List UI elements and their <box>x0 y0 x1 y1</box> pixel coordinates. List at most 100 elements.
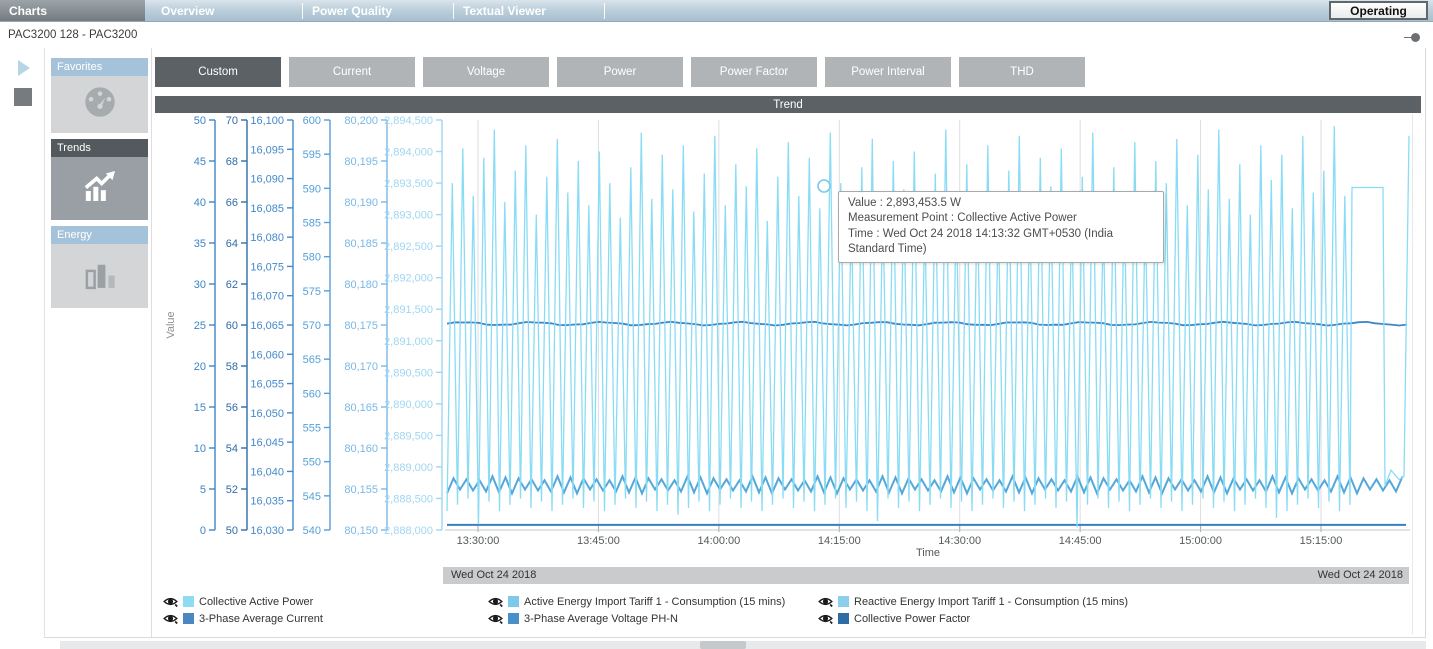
nav-separator <box>604 3 605 19</box>
visibility-eye-icon[interactable] <box>488 595 503 608</box>
left-toolbar-strip <box>0 48 45 638</box>
visibility-eye-icon[interactable] <box>163 612 178 625</box>
y-tick-label: 66 <box>226 197 238 209</box>
y-tick-label: 80,185 <box>344 238 378 250</box>
legend-swatch <box>508 613 519 624</box>
y-tick-label: 16,070 <box>250 291 284 303</box>
date-range-end: Wed Oct 24 2018 <box>1318 569 1403 581</box>
panel-title: Trend <box>155 96 1421 113</box>
y-tick-label: 62 <box>226 279 238 291</box>
legend-swatch <box>838 596 849 607</box>
legend-label: Active Energy Import Tariff 1 - Consumpt… <box>524 596 785 608</box>
trend-chart[interactable]: 13:30:0013:45:0014:00:0014:15:0014:30:00… <box>155 113 1421 560</box>
y-tick-label: 555 <box>303 423 321 435</box>
chart-tab-bar: Custom Current Voltage Power Power Facto… <box>155 57 1085 87</box>
nav-tab-charts[interactable]: Charts <box>0 0 145 21</box>
y-tick-label: 570 <box>303 320 321 332</box>
tab-thd[interactable]: THD <box>959 57 1085 87</box>
expand-arrow-icon[interactable] <box>18 60 30 76</box>
y-tick-label: 2,892,000 <box>384 273 433 285</box>
legend-label: Reactive Energy Import Tariff 1 - Consum… <box>854 596 1128 608</box>
legend-swatch <box>183 596 194 607</box>
y-tick-label: 540 <box>303 525 321 537</box>
y-tick-label: 80,150 <box>344 525 378 537</box>
nav-tab-textual-viewer[interactable]: Textual Viewer <box>454 0 604 21</box>
legend-item: Active Energy Import Tariff 1 - Consumpt… <box>488 595 785 608</box>
y-tick-label: 600 <box>303 115 321 127</box>
date-range-bar[interactable]: Wed Oct 24 2018 Wed Oct 24 2018 <box>443 567 1409 584</box>
y-tick-label: 16,075 <box>250 261 284 273</box>
y-tick-label: 16,030 <box>250 525 284 537</box>
x-tick-label: 14:30:00 <box>938 535 981 547</box>
visibility-eye-icon[interactable] <box>818 612 833 625</box>
y-tick-label: 50 <box>194 115 206 127</box>
gauge-icon <box>81 85 119 124</box>
y-tick-label: 545 <box>303 491 321 503</box>
nav-tab-overview[interactable]: Overview <box>152 0 302 21</box>
legend-item: Collective Power Factor <box>818 612 1128 625</box>
y-tick-label: 2,891,500 <box>384 304 433 316</box>
tab-voltage[interactable]: Voltage <box>423 57 549 87</box>
pin-icon[interactable] <box>1404 33 1420 42</box>
visibility-eye-icon[interactable] <box>163 595 178 608</box>
y-tick-label: 16,100 <box>250 115 284 127</box>
tab-custom[interactable]: Custom <box>155 57 281 87</box>
tab-current[interactable]: Current <box>289 57 415 87</box>
y-tick-label: 16,050 <box>250 408 284 420</box>
y-tick-label: 45 <box>194 156 206 168</box>
y-tick-label: 2,890,000 <box>384 399 433 411</box>
y-tick-label: 56 <box>226 402 238 414</box>
sidebar-item-label: Favorites <box>51 58 148 76</box>
x-tick-label: 15:15:00 <box>1300 535 1343 547</box>
y-tick-label: 16,065 <box>250 320 284 332</box>
sidebar-item-favorites[interactable]: Favorites <box>51 58 148 133</box>
x-tick-label: 14:45:00 <box>1059 535 1102 547</box>
series-collective-active-power <box>447 126 1409 527</box>
tab-power[interactable]: Power <box>557 57 683 87</box>
chart-tooltip: Value : 2,893,453.5 W Measurement Point … <box>838 191 1164 263</box>
sidebar-item-energy[interactable]: Energy <box>51 226 148 308</box>
y-tick-label: 580 <box>303 252 321 264</box>
visibility-eye-icon[interactable] <box>818 595 833 608</box>
legend-item: Reactive Energy Import Tariff 1 - Consum… <box>818 595 1128 608</box>
legend-swatch <box>183 613 194 624</box>
operating-button[interactable]: Operating <box>1329 1 1428 20</box>
y-tick-label: 2,890,500 <box>384 367 433 379</box>
y-tick-label: 16,090 <box>250 174 284 186</box>
y-tick-label: 16,040 <box>250 466 284 478</box>
y-tick-label: 2,893,500 <box>384 178 433 190</box>
y-tick-label: 2,894,000 <box>384 147 433 159</box>
y-axis-title: Value <box>165 311 177 338</box>
y-tick-label: 2,894,500 <box>384 115 433 127</box>
legend-label: 3-Phase Average Current <box>199 613 323 625</box>
tab-power-factor[interactable]: Power Factor <box>691 57 817 87</box>
y-tick-label: 64 <box>226 238 238 250</box>
sidebar-item-trends[interactable]: Trends <box>51 139 148 220</box>
y-tick-label: 40 <box>194 197 206 209</box>
legend-swatch <box>838 613 849 624</box>
y-tick-label: 80,165 <box>344 402 378 414</box>
horizontal-scrollbar[interactable] <box>60 641 1426 649</box>
stop-square-icon[interactable] <box>14 88 32 106</box>
x-tick-label: 15:00:00 <box>1179 535 1222 547</box>
y-tick-label: 58 <box>226 361 238 373</box>
sidebar: Favorites Trends <box>51 58 148 314</box>
sidebar-item-label: Trends <box>51 139 148 157</box>
nav-tab-power-quality[interactable]: Power Quality <box>303 0 453 21</box>
y-tick-label: 0 <box>200 525 206 537</box>
x-axis-title: Time <box>916 547 940 559</box>
legend-label: 3-Phase Average Voltage PH-N <box>524 613 678 625</box>
legend-label: Collective Power Factor <box>854 613 970 625</box>
legend-item: Collective Active Power <box>163 595 323 608</box>
panel-border <box>151 48 152 638</box>
visibility-eye-icon[interactable] <box>488 612 503 625</box>
y-tick-label: 16,080 <box>250 232 284 244</box>
scrollbar-thumb[interactable] <box>700 641 746 649</box>
y-tick-label: 68 <box>226 156 238 168</box>
y-tick-label: 35 <box>194 238 206 250</box>
y-tick-label: 52 <box>226 484 238 496</box>
legend-column: Collective Active Power 3-Phase Average … <box>163 595 323 625</box>
hover-marker[interactable] <box>818 180 830 192</box>
y-tick-label: 70 <box>226 115 238 127</box>
tab-power-interval[interactable]: Power Interval <box>825 57 951 87</box>
